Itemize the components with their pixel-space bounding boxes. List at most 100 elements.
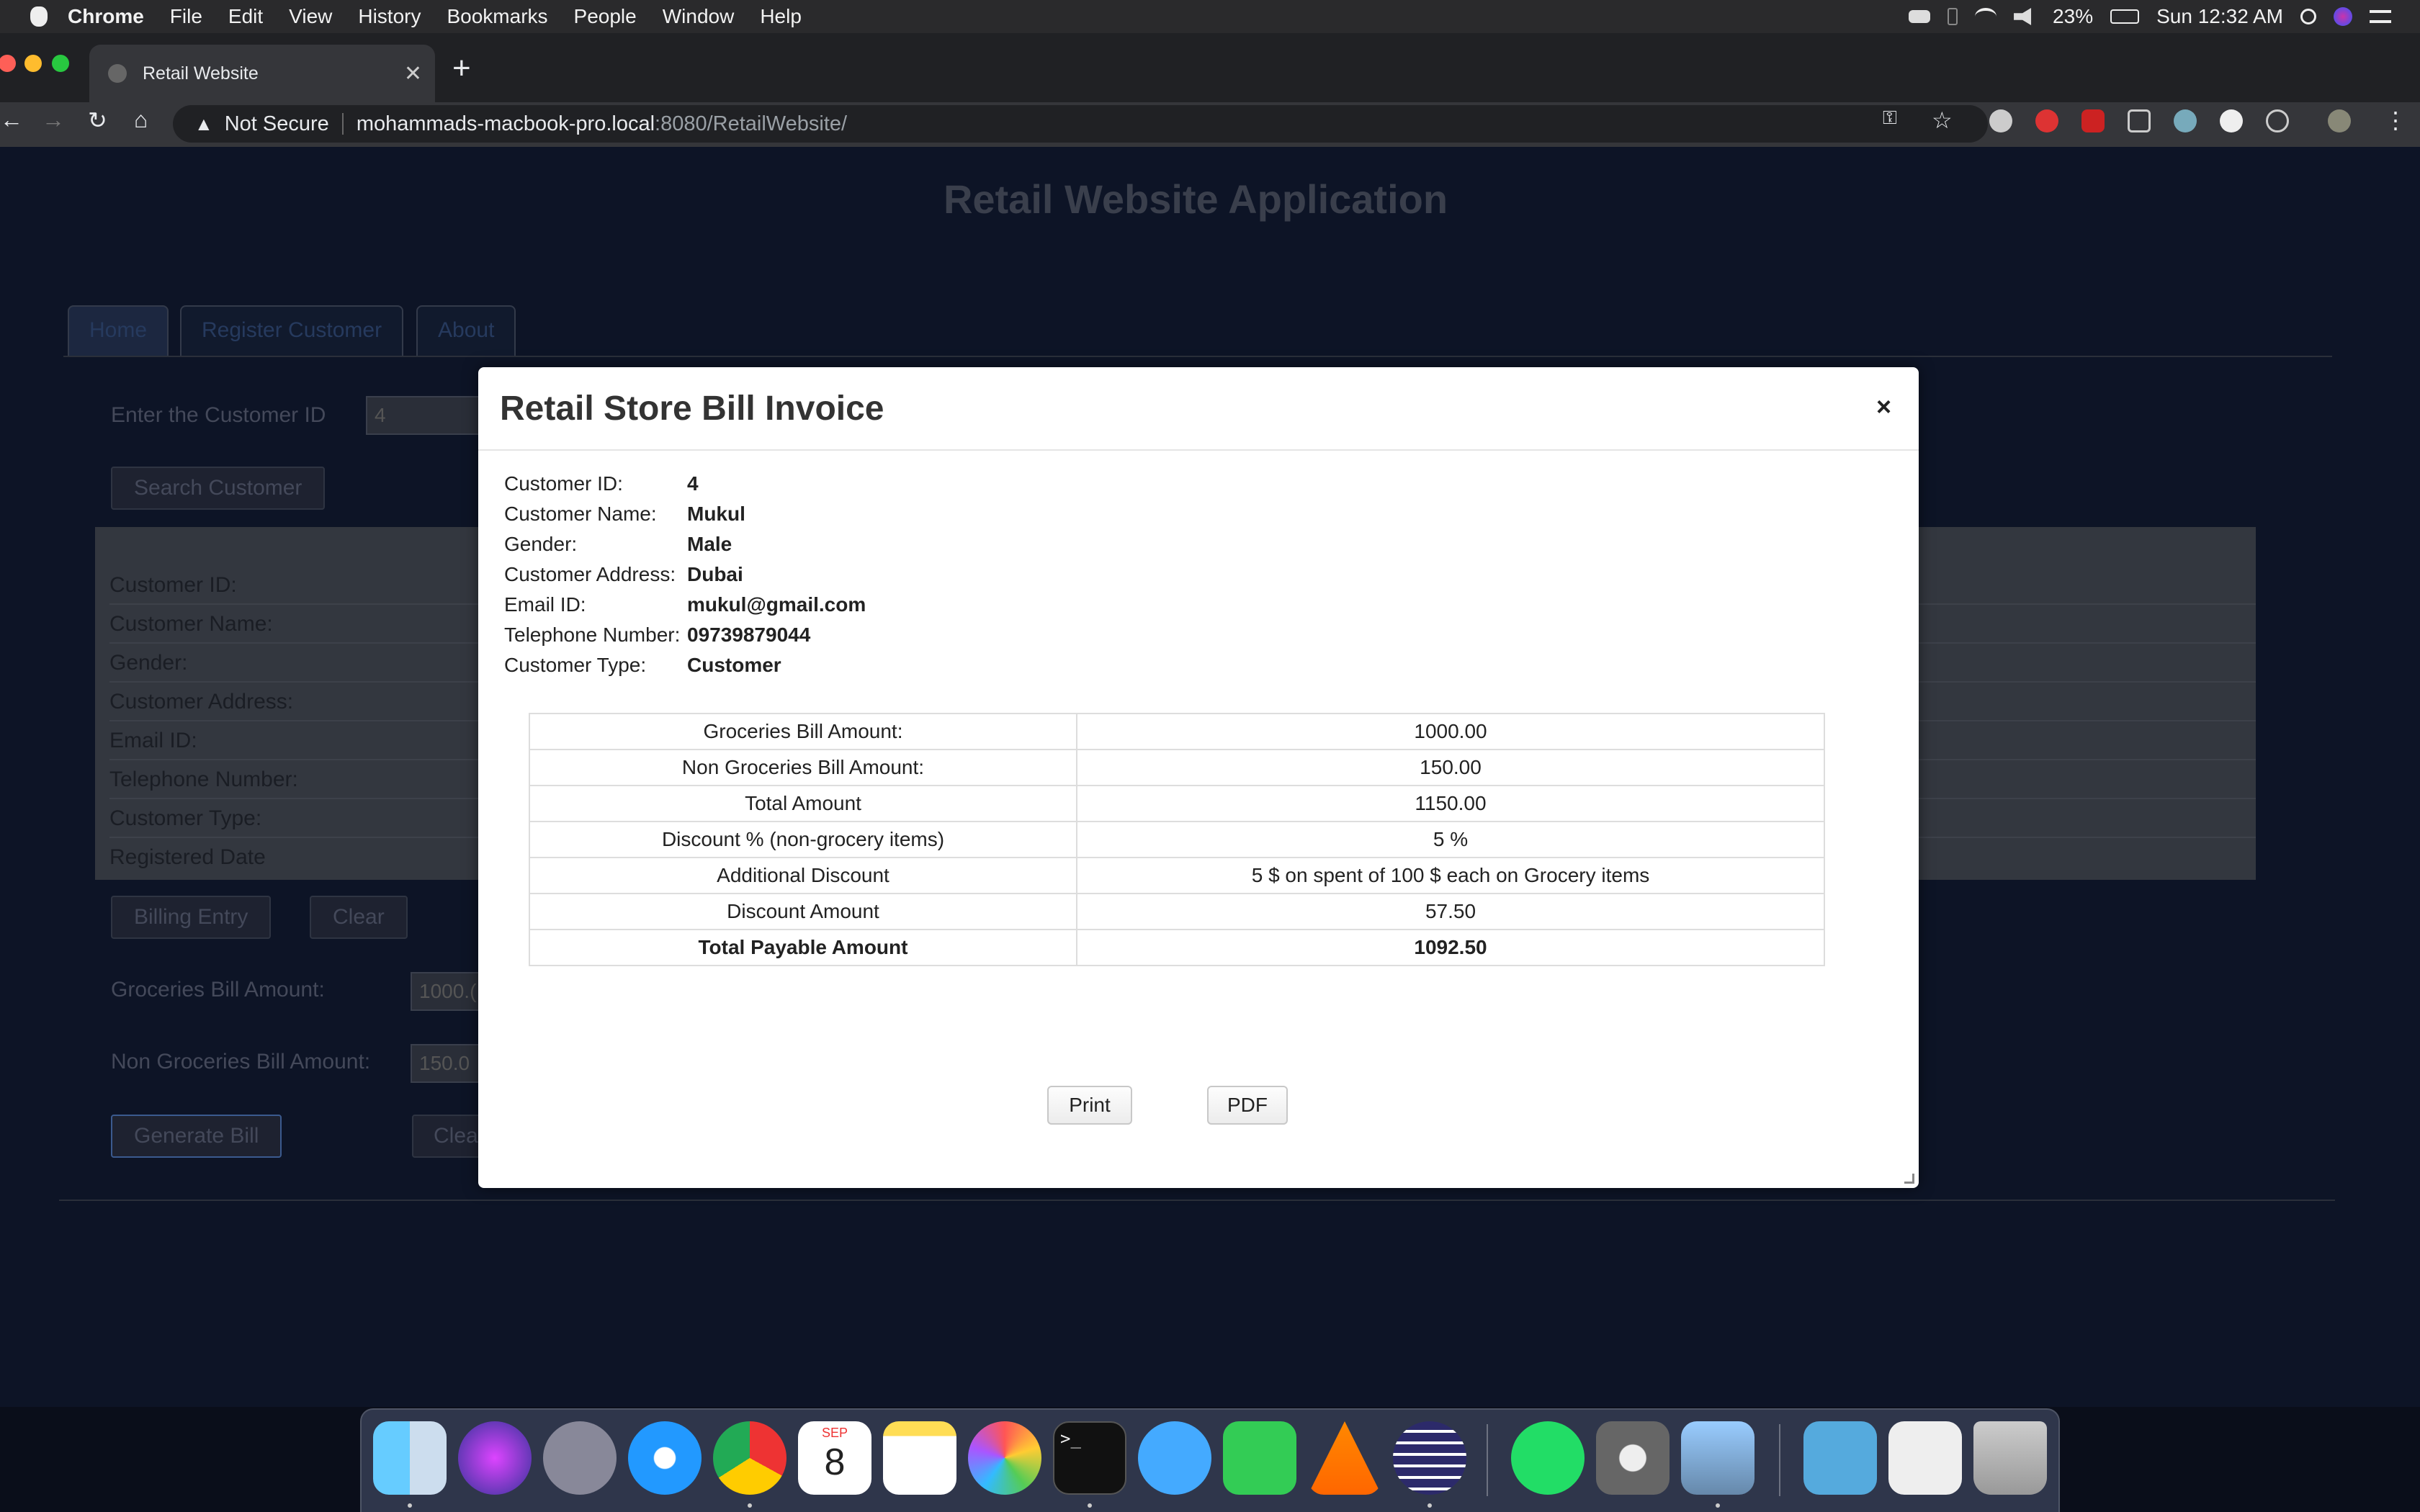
menu-window[interactable]: Window <box>663 5 735 28</box>
launchpad-icon[interactable] <box>543 1421 617 1495</box>
clear-bill-button[interactable]: Clea <box>412 1115 483 1158</box>
whatsapp-icon[interactable] <box>1511 1421 1585 1495</box>
key-icon[interactable]: ⚿ <box>1883 107 1897 130</box>
reload-icon[interactable]: ↻ <box>88 107 107 134</box>
battery-icon[interactable] <box>2110 9 2140 24</box>
documents-icon[interactable] <box>1888 1421 1962 1495</box>
messages-icon[interactable] <box>1138 1421 1211 1495</box>
wifi-icon[interactable] <box>1975 8 1997 25</box>
menu-app-name[interactable]: Chrome <box>68 5 144 28</box>
extension-adblock-hand-icon[interactable] <box>2035 109 2058 132</box>
dock-separator <box>1487 1424 1488 1496</box>
non-groceries-amount-input[interactable]: 150.0 <box>411 1044 483 1083</box>
dock-separator <box>1779 1424 1780 1496</box>
vlc-icon[interactable] <box>1308 1421 1381 1495</box>
extension-blue-circle-icon[interactable] <box>2174 109 2197 132</box>
pdf-button[interactable]: PDF <box>1207 1086 1288 1125</box>
detail-label: Customer Address: <box>504 563 676 585</box>
bill-value: 150.00 <box>1076 749 1825 786</box>
tab-register-customer[interactable]: Register Customer <box>180 305 404 356</box>
menu-history[interactable]: History <box>358 5 421 28</box>
extension-pocket-icon[interactable] <box>2128 109 2151 132</box>
security-label[interactable]: Not Secure <box>225 112 329 136</box>
address-bar[interactable]: ▲ Not Secure mohammads-macbook-pro.local… <box>173 105 1988 143</box>
groceries-amount-input[interactable]: 1000.( <box>411 972 483 1011</box>
bookmark-star-icon[interactable]: ☆ <box>1932 107 1953 134</box>
running-indicator <box>1428 1503 1432 1508</box>
facetime-icon[interactable] <box>1223 1421 1296 1495</box>
print-button[interactable]: Print <box>1047 1086 1132 1125</box>
chrome-menu-icon[interactable]: ⋮ <box>2384 107 2407 134</box>
forward-icon[interactable]: → <box>42 107 65 133</box>
folder-icon[interactable] <box>1803 1421 1877 1495</box>
menu-file[interactable]: File <box>170 5 202 28</box>
detail-label: Email ID: <box>504 593 586 616</box>
detail-value: 4 <box>687 472 699 495</box>
notes-icon[interactable] <box>883 1421 956 1495</box>
table-row: Non Groceries Bill Amount: 150.00 <box>529 749 1825 786</box>
profile-avatar[interactable] <box>2328 109 2351 132</box>
menu-edit[interactable]: Edit <box>228 5 263 28</box>
warning-icon[interactable]: ▲ <box>194 113 213 135</box>
terminal-icon[interactable]: >_ <box>1053 1421 1126 1495</box>
menu-clock[interactable]: Sun 12:32 AM <box>2156 5 2283 28</box>
customer-id-input[interactable]: 4 <box>366 396 481 435</box>
bill-value: 57.50 <box>1076 893 1825 930</box>
generate-bill-button[interactable]: Generate Bill <box>111 1115 282 1158</box>
menu-help[interactable]: Help <box>760 5 802 28</box>
volume-icon[interactable] <box>2014 8 2032 25</box>
photos-icon[interactable] <box>968 1421 1041 1495</box>
bluetooth-icon[interactable] <box>1948 8 1958 25</box>
browser-tab[interactable]: Retail Website ✕ <box>89 45 435 102</box>
search-customer-button[interactable]: Search Customer <box>111 467 326 510</box>
invoice-modal: Retail Store Bill Invoice × Customer ID:… <box>478 367 1919 1188</box>
resize-grip-icon[interactable] <box>1904 1174 1914 1184</box>
window-zoom-icon[interactable] <box>52 55 69 72</box>
tab-close-icon[interactable]: ✕ <box>404 61 422 86</box>
menu-people[interactable]: People <box>574 5 637 28</box>
new-tab-icon[interactable]: + <box>452 50 471 86</box>
safari-icon[interactable] <box>628 1421 702 1495</box>
detail-value: Mukul <box>687 503 745 525</box>
tab-home[interactable]: Home <box>68 305 169 356</box>
detail-row: Customer Name: Mukul <box>504 503 866 533</box>
extension-abp-icon[interactable] <box>2081 109 2105 132</box>
apple-icon[interactable] <box>30 6 48 27</box>
detail-row: Telephone Number: 09739879044 <box>504 624 866 654</box>
calendar-icon[interactable]: SEP 8 <box>798 1421 871 1495</box>
tab-about[interactable]: About <box>416 305 516 356</box>
siri-icon[interactable] <box>458 1421 532 1495</box>
window-minimize-icon[interactable] <box>24 55 42 72</box>
menu-bookmarks[interactable]: Bookmarks <box>447 5 547 28</box>
extension-white-circle-icon[interactable] <box>2220 109 2243 132</box>
billing-entry-button[interactable]: Billing Entry <box>111 896 272 939</box>
running-indicator <box>1088 1503 1092 1508</box>
menu-view[interactable]: View <box>289 5 332 28</box>
detail-value: 09739879044 <box>687 624 811 646</box>
detail-row: Customer ID: 4 <box>504 472 866 503</box>
chrome-icon[interactable] <box>713 1421 786 1495</box>
extension-react-icon[interactable] <box>2266 109 2289 132</box>
siri-icon[interactable] <box>2334 7 2352 26</box>
macos-menu-bar: Chrome File Edit View History Bookmarks … <box>0 0 2420 33</box>
page-bottom-divider <box>59 1200 2335 1201</box>
detail-value: Male <box>687 533 732 555</box>
home-icon[interactable]: ⌂ <box>134 107 148 133</box>
trash-icon[interactable] <box>1973 1421 2047 1495</box>
modal-close-icon[interactable]: × <box>1876 392 1891 422</box>
eclipse-icon[interactable] <box>1393 1421 1466 1495</box>
preview-icon[interactable] <box>1681 1421 1754 1495</box>
spotlight-search-icon[interactable] <box>2300 9 2316 24</box>
bill-label: Discount Amount <box>529 893 1077 930</box>
back-icon[interactable]: ← <box>0 107 23 133</box>
clear-button[interactable]: Clear <box>310 896 408 939</box>
non-groceries-amount-label: Non Groceries Bill Amount: <box>111 1050 371 1074</box>
system-preferences-icon[interactable] <box>1596 1421 1670 1495</box>
extension-record-icon[interactable] <box>1989 109 2012 132</box>
docker-icon[interactable] <box>1909 10 1931 23</box>
notification-center-icon[interactable] <box>2370 10 2391 23</box>
tab-favicon-icon <box>108 64 127 83</box>
finder-icon[interactable] <box>373 1421 447 1495</box>
detail-label: Customer ID: <box>504 472 623 495</box>
url-path: :8080/RetailWebsite/ <box>655 112 848 135</box>
